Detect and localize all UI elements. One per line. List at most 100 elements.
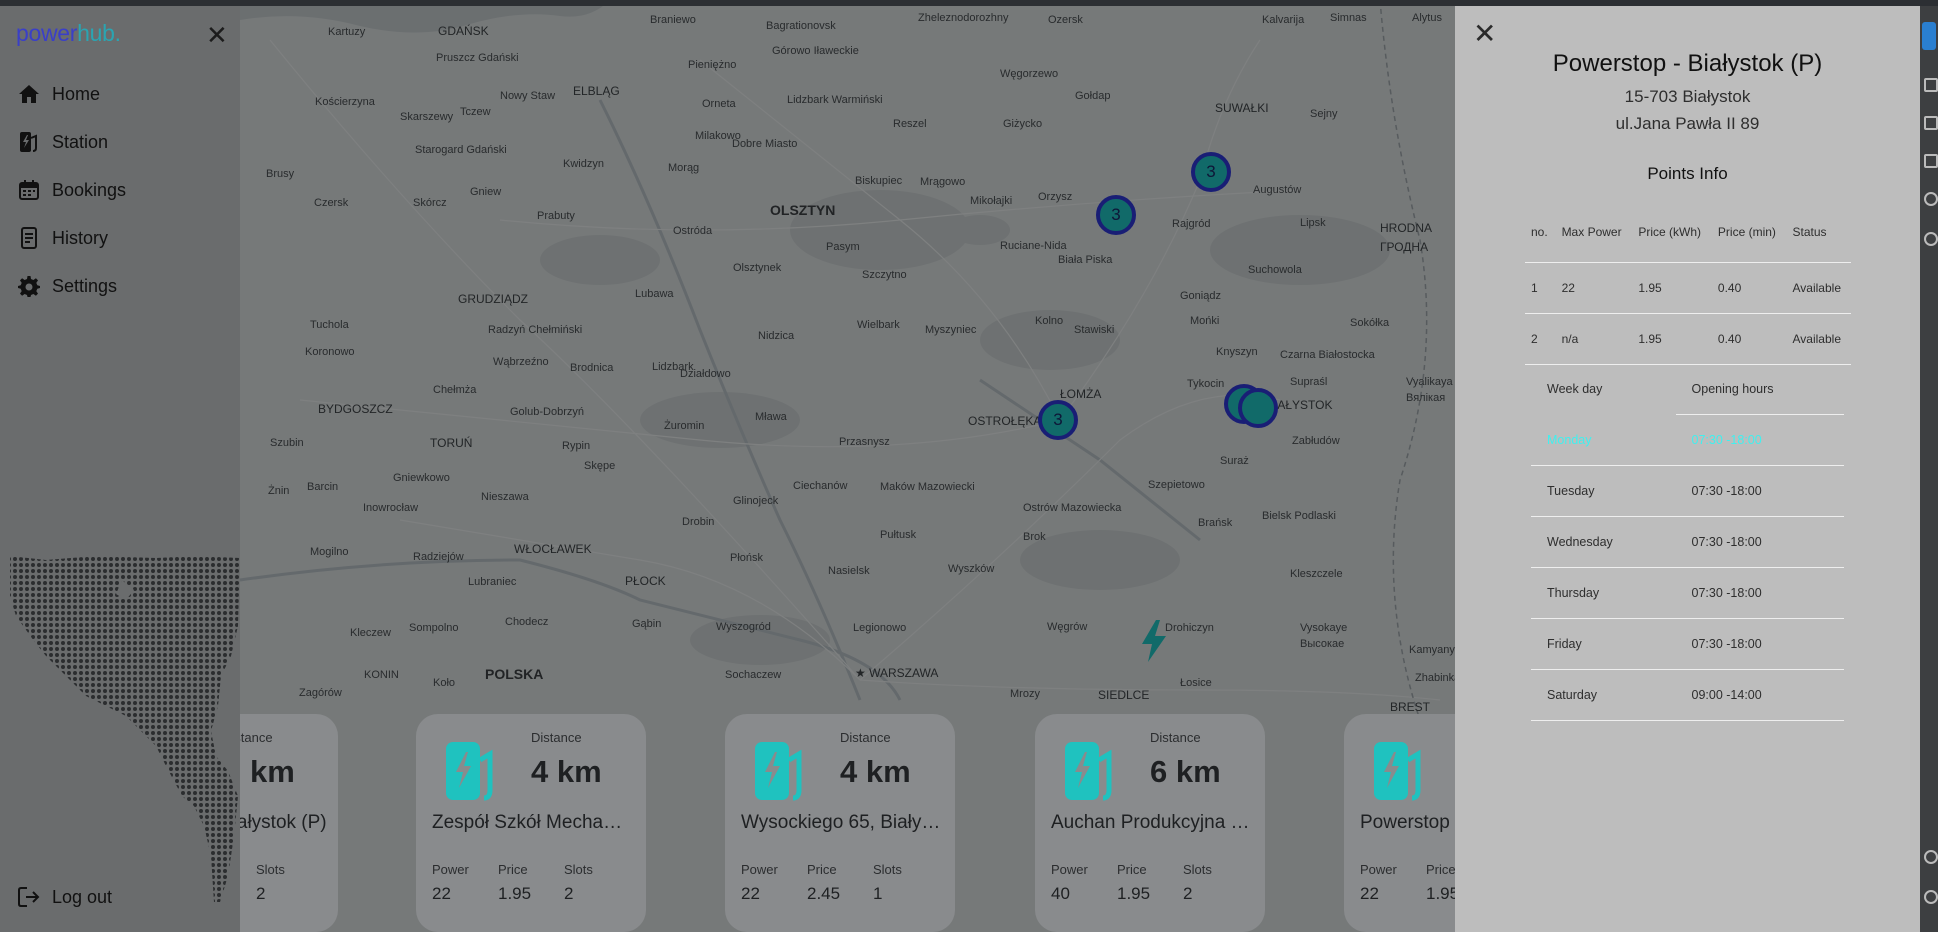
home-icon xyxy=(18,83,40,105)
sidebar: powerhub. ✕ Home Station Bookings Histor… xyxy=(0,0,240,932)
sidebar-item-label: Station xyxy=(52,131,109,152)
sidebar-item-station[interactable]: Station xyxy=(18,127,108,157)
point-price-min: 0.40 xyxy=(1711,262,1787,314)
panel-close-button[interactable]: ✕ xyxy=(1473,20,1496,48)
price-value: 1.95 xyxy=(1117,884,1151,903)
table-row: Wednesday 07:30 -18:00 xyxy=(1531,516,1844,568)
point-max-power: n/a xyxy=(1555,313,1633,365)
browser-side-toolbar xyxy=(1920,0,1938,932)
table-row: 1 22 1.95 0.40 Available xyxy=(1525,262,1851,314)
slots-value: 2 xyxy=(1183,884,1193,903)
distance-value: 4 km xyxy=(840,754,911,789)
sidebar-item-label: Settings xyxy=(52,275,118,296)
column-header: Status xyxy=(1786,202,1851,263)
point-number: 1 xyxy=(1525,262,1556,314)
table-row: Saturday 09:00 -14:00 xyxy=(1531,669,1844,721)
settings-icon[interactable] xyxy=(1924,890,1938,904)
power-value: 22 xyxy=(741,884,760,903)
slots-label: Slots xyxy=(1183,862,1212,877)
power-label: Power xyxy=(1051,862,1088,877)
price-value: 2.45 xyxy=(807,884,841,903)
hours-table-header: Week day Opening hours xyxy=(1531,364,1844,415)
sidebar-close-button[interactable]: ✕ xyxy=(206,22,228,48)
station-name: Wysockiego 65, Biały… xyxy=(741,812,941,833)
history-icon xyxy=(18,227,40,249)
slots-value: 2 xyxy=(256,884,266,903)
station-title: Powerstop - Białystok (P) xyxy=(1552,50,1823,77)
slots-value: 2 xyxy=(564,884,574,903)
charging-station-icon xyxy=(1374,742,1421,801)
weekday: Saturday xyxy=(1531,669,1676,721)
slots-label: Slots xyxy=(256,862,285,877)
toolbar-icon[interactable] xyxy=(1924,116,1938,130)
sidebar-item-settings[interactable]: Settings xyxy=(18,271,117,301)
column-header: Price (kWh) xyxy=(1632,202,1712,263)
opening-hours: 09:00 -14:00 xyxy=(1675,669,1844,721)
power-value: 22 xyxy=(432,884,451,903)
weekday: Wednesday xyxy=(1531,516,1676,568)
toolbar-icon[interactable] xyxy=(1924,192,1938,206)
logo-hub-text: hub. xyxy=(77,20,121,46)
station-icon xyxy=(18,131,40,153)
gear-icon xyxy=(18,275,40,297)
points-info-title: Points Info xyxy=(1647,164,1728,183)
calendar-icon xyxy=(18,179,40,201)
table-row: 2 n/a 1.95 0.40 Available xyxy=(1525,313,1851,365)
price-label: Price xyxy=(1426,862,1456,877)
logout-button[interactable]: Log out xyxy=(18,886,112,908)
slots-label: Slots xyxy=(564,862,593,877)
distance-value: 4 km xyxy=(531,754,602,789)
weekday: Friday xyxy=(1531,618,1676,670)
sidebar-item-history[interactable]: History xyxy=(18,223,108,253)
points-table: no. Max Power Price (kWh) Price (min) St… xyxy=(1525,202,1851,365)
weekday: Tuesday xyxy=(1531,465,1676,517)
toolbar-icon[interactable] xyxy=(1924,850,1938,864)
station-card[interactable]: Powerstop Power 22 Price 1.95 xyxy=(1344,714,1464,932)
toolbar-icon[interactable] xyxy=(1924,154,1938,168)
point-status: Available xyxy=(1786,262,1851,314)
table-row: Friday 07:30 -18:00 xyxy=(1531,618,1844,670)
column-header: Opening hours xyxy=(1675,364,1844,415)
distance-value: 6 km xyxy=(1150,754,1221,789)
charging-station-icon xyxy=(755,742,802,801)
sidebar-item-bookings[interactable]: Bookings xyxy=(18,175,126,205)
power-value: 40 xyxy=(1051,884,1070,903)
table-row: Thursday 07:30 -18:00 xyxy=(1531,567,1844,619)
distance-label: Distance xyxy=(1150,730,1201,745)
opening-hours: 07:30 -18:00 xyxy=(1675,618,1844,670)
toolbar-icon[interactable] xyxy=(1924,78,1938,92)
power-label: Power xyxy=(1360,862,1397,877)
column-header: Price (min) xyxy=(1711,202,1787,263)
point-number: 2 xyxy=(1525,313,1556,365)
distance-label: Distance xyxy=(531,730,582,745)
station-address-line1: 15-703 Białystok xyxy=(1624,87,1751,106)
price-value: 1.95 xyxy=(498,884,532,903)
toolbar-icon[interactable] xyxy=(1924,232,1938,246)
station-card[interactable]: Distance 6 km Auchan Produkcyjna … Power… xyxy=(1035,714,1265,932)
points-table-header: no. Max Power Price (kWh) Price (min) St… xyxy=(1525,202,1851,263)
window-top-edge xyxy=(0,0,1938,6)
point-price-kwh: 1.95 xyxy=(1632,313,1712,365)
logout-icon xyxy=(18,886,40,908)
sidebar-item-home[interactable]: Home xyxy=(18,79,100,109)
dotted-world-map-decoration xyxy=(10,556,240,902)
station-detail-panel: ✕ Powerstop - Białystok (P) 15-703 Biały… xyxy=(1455,6,1920,932)
app-logo[interactable]: powerhub. xyxy=(16,20,121,47)
toolbar-active-icon[interactable] xyxy=(1922,22,1936,50)
distance-label: Distance xyxy=(840,730,891,745)
charging-station-icon xyxy=(1065,742,1112,801)
weekday: Monday xyxy=(1531,414,1676,466)
station-name: Auchan Produkcyjna … xyxy=(1051,812,1250,833)
station-card[interactable]: Distance 4 km Zespół Szkół Mecha… Power … xyxy=(416,714,646,932)
column-header: Max Power xyxy=(1555,202,1633,263)
table-row: Monday 07:30 -18:00 xyxy=(1531,414,1844,466)
station-card[interactable]: Distance 4 km Wysockiego 65, Biały… Powe… xyxy=(725,714,955,932)
sidebar-item-label: Bookings xyxy=(52,179,127,200)
price-label: Price xyxy=(1117,862,1147,877)
station-name: Powerstop xyxy=(1360,812,1450,833)
sidebar-item-label: History xyxy=(52,227,109,248)
logo-power-text: power xyxy=(16,20,78,46)
slots-value: 1 xyxy=(873,884,883,903)
power-value: 22 xyxy=(1360,884,1379,903)
station-name: Zespół Szkół Mecha… xyxy=(432,812,623,833)
